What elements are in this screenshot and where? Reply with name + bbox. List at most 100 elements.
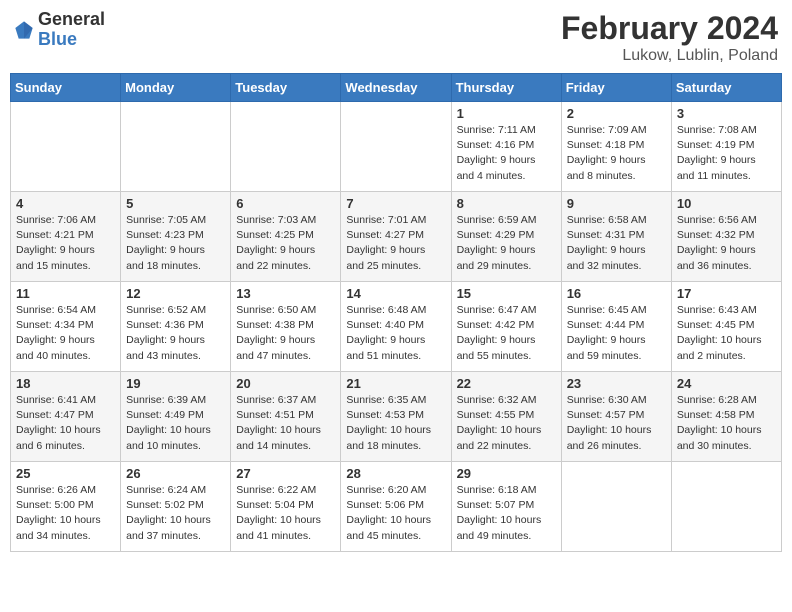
day-info: Sunrise: 6:45 AM Sunset: 4:44 PM Dayligh… bbox=[567, 303, 666, 364]
day-info: Sunrise: 7:08 AM Sunset: 4:19 PM Dayligh… bbox=[677, 123, 776, 184]
day-cell: 18 Sunrise: 6:41 AM Sunset: 4:47 PM Dayli… bbox=[11, 372, 121, 462]
day-number: 21 bbox=[346, 376, 445, 391]
day-cell: 2 Sunrise: 7:09 AM Sunset: 4:18 PM Daylig… bbox=[561, 102, 671, 192]
header-cell-wednesday: Wednesday bbox=[341, 74, 451, 102]
day-info: Sunrise: 7:09 AM Sunset: 4:18 PM Dayligh… bbox=[567, 123, 666, 184]
day-number: 4 bbox=[16, 196, 115, 211]
day-number: 20 bbox=[236, 376, 335, 391]
day-cell: 28 Sunrise: 6:20 AM Sunset: 5:06 PM Dayli… bbox=[341, 462, 451, 552]
day-info: Sunrise: 7:11 AM Sunset: 4:16 PM Dayligh… bbox=[457, 123, 556, 184]
day-cell: 22Sunrise: 6:32 AM Sunset: 4:55 PM Dayli… bbox=[451, 372, 561, 462]
day-number: 14 bbox=[346, 286, 445, 301]
week-row-3: 18 Sunrise: 6:41 AM Sunset: 4:47 PM Dayli… bbox=[11, 372, 782, 462]
day-info: Sunrise: 6:59 AM Sunset: 4:29 PM Dayligh… bbox=[457, 213, 556, 274]
day-cell bbox=[121, 102, 231, 192]
day-number: 16 bbox=[567, 286, 666, 301]
day-cell: 27 Sunrise: 6:22 AM Sunset: 5:04 PM Dayli… bbox=[231, 462, 341, 552]
day-info: Sunrise: 7:03 AM Sunset: 4:25 PM Dayligh… bbox=[236, 213, 335, 274]
day-number: 28 bbox=[346, 466, 445, 481]
day-info: Sunrise: 6:39 AM Sunset: 4:49 PM Dayligh… bbox=[126, 393, 225, 454]
day-cell: 25 Sunrise: 6:26 AM Sunset: 5:00 PM Dayli… bbox=[11, 462, 121, 552]
day-number: 8 bbox=[457, 196, 556, 211]
day-cell: 3 Sunrise: 7:08 AM Sunset: 4:19 PM Daylig… bbox=[671, 102, 781, 192]
header: General Blue February 2024 Lukow, Lublin… bbox=[10, 10, 782, 65]
day-info: Sunrise: 6:24 AM Sunset: 5:02 PM Dayligh… bbox=[126, 483, 225, 544]
day-number: 26 bbox=[126, 466, 225, 481]
day-cell: 23 Sunrise: 6:30 AM Sunset: 4:57 PM Dayli… bbox=[561, 372, 671, 462]
calendar-body: 1 Sunrise: 7:11 AM Sunset: 4:16 PM Daylig… bbox=[11, 102, 782, 552]
day-cell: 19Sunrise: 6:39 AM Sunset: 4:49 PM Dayli… bbox=[121, 372, 231, 462]
day-info: Sunrise: 6:37 AM Sunset: 4:51 PM Dayligh… bbox=[236, 393, 335, 454]
day-cell: 8 Sunrise: 6:59 AM Sunset: 4:29 PM Daylig… bbox=[451, 192, 561, 282]
logo-blue: Blue bbox=[38, 29, 77, 49]
day-number: 11 bbox=[16, 286, 115, 301]
day-cell: 26 Sunrise: 6:24 AM Sunset: 5:02 PM Dayli… bbox=[121, 462, 231, 552]
day-info: Sunrise: 6:30 AM Sunset: 4:57 PM Dayligh… bbox=[567, 393, 666, 454]
header-cell-saturday: Saturday bbox=[671, 74, 781, 102]
day-info: Sunrise: 6:48 AM Sunset: 4:40 PM Dayligh… bbox=[346, 303, 445, 364]
week-row-4: 25 Sunrise: 6:26 AM Sunset: 5:00 PM Dayli… bbox=[11, 462, 782, 552]
day-cell bbox=[671, 462, 781, 552]
day-cell: 15 Sunrise: 6:47 AM Sunset: 4:42 PM Dayli… bbox=[451, 282, 561, 372]
header-cell-tuesday: Tuesday bbox=[231, 74, 341, 102]
day-info: Sunrise: 7:06 AM Sunset: 4:21 PM Dayligh… bbox=[16, 213, 115, 274]
week-row-0: 1 Sunrise: 7:11 AM Sunset: 4:16 PM Daylig… bbox=[11, 102, 782, 192]
day-info: Sunrise: 7:01 AM Sunset: 4:27 PM Dayligh… bbox=[346, 213, 445, 274]
day-info: Sunrise: 6:56 AM Sunset: 4:32 PM Dayligh… bbox=[677, 213, 776, 274]
header-cell-monday: Monday bbox=[121, 74, 231, 102]
header-cell-friday: Friday bbox=[561, 74, 671, 102]
day-number: 1 bbox=[457, 106, 556, 121]
day-cell: 17 Sunrise: 6:43 AM Sunset: 4:45 PM Dayli… bbox=[671, 282, 781, 372]
week-row-2: 11 Sunrise: 6:54 AM Sunset: 4:34 PM Dayli… bbox=[11, 282, 782, 372]
day-cell: 9Sunrise: 6:58 AM Sunset: 4:31 PM Daylig… bbox=[561, 192, 671, 282]
day-info: Sunrise: 6:22 AM Sunset: 5:04 PM Dayligh… bbox=[236, 483, 335, 544]
day-number: 10 bbox=[677, 196, 776, 211]
logo: General Blue bbox=[14, 10, 105, 50]
calendar-table: SundayMondayTuesdayWednesdayThursdayFrid… bbox=[10, 73, 782, 552]
day-number: 18 bbox=[16, 376, 115, 391]
day-cell: 1 Sunrise: 7:11 AM Sunset: 4:16 PM Daylig… bbox=[451, 102, 561, 192]
day-number: 12 bbox=[126, 286, 225, 301]
day-cell: 11 Sunrise: 6:54 AM Sunset: 4:34 PM Dayli… bbox=[11, 282, 121, 372]
logo-text: General Blue bbox=[38, 10, 105, 50]
day-number: 29 bbox=[457, 466, 556, 481]
day-cell: 16 Sunrise: 6:45 AM Sunset: 4:44 PM Dayli… bbox=[561, 282, 671, 372]
day-info: Sunrise: 6:50 AM Sunset: 4:38 PM Dayligh… bbox=[236, 303, 335, 364]
day-info: Sunrise: 6:47 AM Sunset: 4:42 PM Dayligh… bbox=[457, 303, 556, 364]
day-cell: 24Sunrise: 6:28 AM Sunset: 4:58 PM Dayli… bbox=[671, 372, 781, 462]
day-cell bbox=[231, 102, 341, 192]
day-cell: 13Sunrise: 6:50 AM Sunset: 4:38 PM Dayli… bbox=[231, 282, 341, 372]
day-number: 3 bbox=[677, 106, 776, 121]
calendar-header-row: SundayMondayTuesdayWednesdayThursdayFrid… bbox=[11, 74, 782, 102]
day-cell: 29 Sunrise: 6:18 AM Sunset: 5:07 PM Dayli… bbox=[451, 462, 561, 552]
day-cell: 4 Sunrise: 7:06 AM Sunset: 4:21 PM Daylig… bbox=[11, 192, 121, 282]
header-cell-sunday: Sunday bbox=[11, 74, 121, 102]
day-info: Sunrise: 6:20 AM Sunset: 5:06 PM Dayligh… bbox=[346, 483, 445, 544]
day-info: Sunrise: 6:26 AM Sunset: 5:00 PM Dayligh… bbox=[16, 483, 115, 544]
location: Lukow, Lublin, Poland bbox=[561, 47, 778, 65]
day-number: 15 bbox=[457, 286, 556, 301]
day-info: Sunrise: 7:05 AM Sunset: 4:23 PM Dayligh… bbox=[126, 213, 225, 274]
day-cell: 12Sunrise: 6:52 AM Sunset: 4:36 PM Dayli… bbox=[121, 282, 231, 372]
day-info: Sunrise: 6:35 AM Sunset: 4:53 PM Dayligh… bbox=[346, 393, 445, 454]
day-number: 27 bbox=[236, 466, 335, 481]
week-row-1: 4 Sunrise: 7:06 AM Sunset: 4:21 PM Daylig… bbox=[11, 192, 782, 282]
day-number: 17 bbox=[677, 286, 776, 301]
day-cell: 20 Sunrise: 6:37 AM Sunset: 4:51 PM Dayli… bbox=[231, 372, 341, 462]
day-number: 24 bbox=[677, 376, 776, 391]
day-info: Sunrise: 6:18 AM Sunset: 5:07 PM Dayligh… bbox=[457, 483, 556, 544]
day-number: 25 bbox=[16, 466, 115, 481]
header-cell-thursday: Thursday bbox=[451, 74, 561, 102]
day-info: Sunrise: 6:41 AM Sunset: 4:47 PM Dayligh… bbox=[16, 393, 115, 454]
day-number: 2 bbox=[567, 106, 666, 121]
day-number: 23 bbox=[567, 376, 666, 391]
day-cell: 7 Sunrise: 7:01 AM Sunset: 4:27 PM Daylig… bbox=[341, 192, 451, 282]
day-cell bbox=[561, 462, 671, 552]
title-area: February 2024 Lukow, Lublin, Poland bbox=[561, 10, 778, 65]
day-info: Sunrise: 6:54 AM Sunset: 4:34 PM Dayligh… bbox=[16, 303, 115, 364]
day-number: 7 bbox=[346, 196, 445, 211]
logo-general: General bbox=[38, 9, 105, 29]
day-cell: 6 Sunrise: 7:03 AM Sunset: 4:25 PM Daylig… bbox=[231, 192, 341, 282]
day-info: Sunrise: 6:43 AM Sunset: 4:45 PM Dayligh… bbox=[677, 303, 776, 364]
day-number: 6 bbox=[236, 196, 335, 211]
